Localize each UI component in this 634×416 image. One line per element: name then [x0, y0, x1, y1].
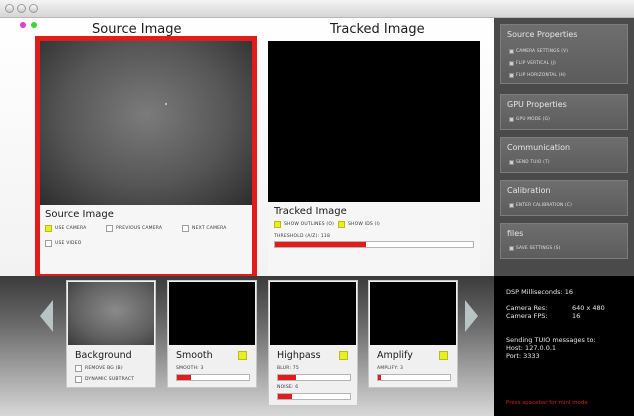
- source-properties-title: Source Properties: [507, 30, 578, 39]
- amplify-filter-title: Amplify: [377, 350, 413, 361]
- gpu-properties-title: GPU Properties: [507, 100, 567, 109]
- flip-horizontal-checkbox[interactable]: [509, 73, 514, 78]
- blur-slider-fill: [278, 375, 296, 380]
- files-section: files SAVE SETTINGS (S): [500, 223, 628, 259]
- previous-camera-label: PREVIOUS CAMERA: [116, 226, 163, 231]
- source-image-panel: Source Image USE CAMERA PREVIOUS CAMERA …: [35, 36, 257, 279]
- dynamic-subtract-checkbox[interactable]: [75, 376, 82, 383]
- show-ids-checkbox[interactable]: [338, 221, 345, 228]
- green-indicator-icon: [31, 22, 37, 28]
- highpass-filter-panel: Highpass BLUR: 75 NOISE: 6: [268, 280, 358, 406]
- next-camera-label: NEXT CAMERA: [192, 226, 227, 231]
- noise-label: NOISE: 6: [277, 385, 299, 390]
- tuio-target-label: Sending TUIO messages to:: [506, 336, 596, 344]
- smooth-filter-preview: [169, 282, 255, 345]
- background-filter-title: Background: [75, 350, 132, 361]
- smooth-filter-title: Smooth: [176, 350, 213, 361]
- blur-slider[interactable]: [277, 374, 351, 381]
- noise-slider-fill: [278, 394, 293, 399]
- gpu-properties-section: GPU Properties GPU MODE (G): [500, 94, 628, 130]
- noise-slider[interactable]: [277, 393, 351, 400]
- remove-bg-label: REMOVE BG (B): [85, 366, 123, 371]
- amplify-label: AMPLIFY: 3: [377, 366, 404, 371]
- flip-vertical-checkbox[interactable]: [509, 61, 514, 66]
- previous-camera-checkbox[interactable]: [106, 225, 113, 232]
- tuio-port: Port: 3333: [506, 352, 540, 360]
- show-outlines-label: SHOW OUTLINES (O): [284, 222, 335, 227]
- background-filter-panel: Background REMOVE BG (B) DYNAMIC SUBTRAC…: [66, 280, 156, 388]
- zoom-window-icon[interactable]: [29, 4, 38, 13]
- source-panel-title: Source Image: [45, 209, 114, 220]
- amplify-filter-panel: Amplify AMPLIFY: 3: [368, 280, 458, 388]
- save-settings-checkbox[interactable]: [509, 246, 514, 251]
- threshold-label: THRESHOLD (A/Z): 118: [274, 234, 331, 239]
- use-camera-label: USE CAMERA: [55, 226, 87, 231]
- camera-fps-value: 16: [572, 312, 581, 320]
- camera-settings-label: CAMERA SETTINGS (V): [516, 49, 569, 54]
- minimize-window-icon[interactable]: [17, 4, 26, 13]
- status-info-panel: DSP Milliseconds: 16 Camera Res: 640 x 4…: [494, 276, 634, 416]
- calibration-section: Calibration ENTER CALIBRATION (C): [500, 180, 628, 216]
- threshold-slider[interactable]: [274, 241, 474, 248]
- gpu-mode-checkbox[interactable]: [509, 117, 514, 122]
- smooth-toggle[interactable]: [238, 351, 247, 360]
- previous-filters-arrow-icon[interactable]: [40, 300, 53, 332]
- next-camera-checkbox[interactable]: [182, 225, 189, 232]
- main-view: Source Image Tracked Image Source Image …: [0, 18, 494, 279]
- tracked-panel-title: Tracked Image: [274, 206, 347, 217]
- show-ids-label: SHOW IDS (I): [348, 222, 380, 227]
- dsp-milliseconds: DSP Milliseconds: 16: [506, 288, 574, 296]
- source-camera-view: [40, 41, 252, 205]
- flip-vertical-label: FLIP VERTICAL (J): [516, 61, 557, 66]
- smooth-filter-panel: Smooth SMOOTH: 3: [167, 280, 257, 388]
- blur-label: BLUR: 75: [277, 366, 299, 371]
- use-camera-checkbox[interactable]: [45, 225, 52, 232]
- communication-title: Communication: [507, 143, 571, 152]
- communication-section: Communication SEND TUIO (T): [500, 137, 628, 173]
- use-video-checkbox[interactable]: [45, 240, 52, 247]
- tracked-image-header: Tracked Image: [330, 22, 425, 37]
- smooth-slider-fill: [177, 375, 192, 380]
- close-window-icon[interactable]: [5, 4, 14, 13]
- tracked-image-view: [268, 41, 480, 202]
- source-properties-section: Source Properties CAMERA SETTINGS (V) FL…: [500, 24, 628, 84]
- send-tuio-label: SEND TUIO (T): [516, 160, 550, 165]
- enter-calibration-label: ENTER CALIBRATION (C): [516, 203, 572, 208]
- amplify-slider-fill: [378, 375, 381, 380]
- highpass-filter-preview: [270, 282, 356, 345]
- show-outlines-checkbox[interactable]: [274, 221, 281, 228]
- settings-sidebar: Source Properties CAMERA SETTINGS (V) FL…: [494, 18, 634, 276]
- send-tuio-checkbox[interactable]: [509, 160, 514, 165]
- camera-settings-checkbox[interactable]: [509, 49, 514, 54]
- source-image-header: Source Image: [92, 22, 182, 37]
- smooth-slider[interactable]: [176, 374, 250, 381]
- magenta-indicator-icon: [20, 22, 26, 28]
- window-titlebar: [0, 0, 634, 18]
- gpu-mode-label: GPU MODE (G): [516, 117, 550, 122]
- highpass-toggle[interactable]: [339, 351, 348, 360]
- amplify-slider[interactable]: [377, 374, 451, 381]
- remove-bg-checkbox[interactable]: [75, 365, 82, 372]
- save-settings-label: SAVE SETTINGS (S): [516, 246, 561, 251]
- dynamic-subtract-label: DYNAMIC SUBTRACT: [85, 377, 135, 382]
- amplify-filter-preview: [370, 282, 456, 345]
- mini-mode-hint: Press spacebar for mini mode: [506, 400, 588, 406]
- amplify-toggle[interactable]: [439, 351, 448, 360]
- enter-calibration-checkbox[interactable]: [509, 203, 514, 208]
- calibration-title: Calibration: [507, 186, 551, 195]
- smooth-label: SMOOTH: 3: [176, 366, 204, 371]
- camera-fps-label: Camera FPS:: [506, 312, 548, 320]
- highpass-filter-title: Highpass: [277, 350, 321, 361]
- background-filter-preview: [68, 282, 154, 345]
- use-video-label: USE VIDEO: [55, 241, 82, 246]
- next-filters-arrow-icon[interactable]: [465, 300, 478, 332]
- camera-res-label: Camera Res:: [506, 304, 548, 312]
- tracked-image-panel: Tracked Image SHOW OUTLINES (O) SHOW IDS…: [268, 41, 480, 277]
- files-title: files: [507, 229, 524, 238]
- camera-res-value: 640 x 480: [572, 304, 605, 312]
- threshold-slider-fill: [275, 242, 367, 247]
- flip-horizontal-label: FLIP HORIZONTAL (H): [516, 73, 566, 78]
- tuio-host: Host: 127.0.0.1: [506, 344, 557, 352]
